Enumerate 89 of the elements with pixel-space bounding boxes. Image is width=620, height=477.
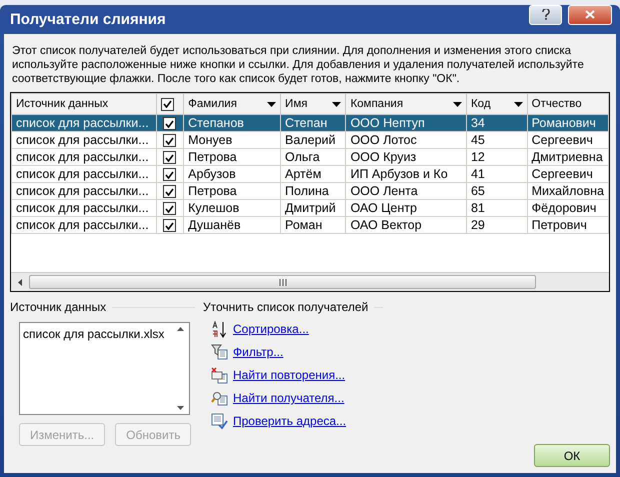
table-cell: Сергеевич — [527, 166, 608, 182]
scroll-up-icon — [177, 327, 184, 331]
table-row[interactable]: список для рассылки... Петрова Ольга ООО Круиз 12 Дмитриевна — [12, 148, 608, 166]
scroll-left-icon — [18, 278, 22, 286]
table-cell: ОАО Вектор — [346, 216, 466, 234]
checkbox[interactable] — [163, 185, 176, 198]
table-cell: 34 — [466, 114, 528, 132]
group-label: Уточнить список получателей — [203, 300, 368, 314]
link[interactable]: Найти получателя... — [233, 391, 344, 405]
table-cell: 81 — [466, 200, 528, 216]
list-item[interactable]: список для рассылки.xlsx — [23, 327, 169, 341]
table-cell: список для рассылки... — [12, 114, 156, 132]
table-cell: Фёдорович — [527, 200, 608, 216]
column-header[interactable]: Источник данных — [12, 94, 156, 114]
grip-icon — [278, 278, 286, 286]
table-cell: Кулешов — [184, 200, 281, 216]
table-cell: 29 — [466, 216, 528, 234]
link[interactable]: Найти повторения... — [233, 368, 346, 382]
checkbox[interactable] — [163, 202, 176, 216]
table-cell: список для рассылки... — [12, 148, 156, 166]
table-cell: ИП Арбузов и Ко — [346, 166, 466, 182]
table-cell: 12 — [466, 148, 528, 166]
table-cell: ООО Лента — [346, 182, 466, 200]
table-row[interactable]: список для рассылки... Душанёв Роман ОАО Вектор 29 Петрович — [12, 216, 608, 234]
table-cell: список для рассылки... — [12, 182, 156, 200]
table-row[interactable]: список для рассылки... Кулешов Дмитрий ОАО Центр 81 Фёдорович — [12, 200, 608, 216]
table-cell: Монуев — [184, 132, 281, 148]
column-header[interactable]: Отчество — [527, 94, 608, 114]
table-cell: Ольга — [280, 148, 346, 166]
table-cell: Петрович — [527, 216, 608, 234]
table-row[interactable]: список для рассылки... Петрова Полина ООО Лента 65 Михайловна — [12, 182, 608, 200]
table-cell: ООО Круиз — [346, 148, 466, 166]
horizontal-scrollbar[interactable] — [11, 272, 609, 291]
table-cell: 45 — [466, 132, 528, 148]
table-cell: Роман — [280, 216, 346, 234]
link[interactable]: Проверить адреса... — [233, 414, 346, 428]
group-label: Источник данных — [10, 300, 106, 314]
table-cell: Романович — [527, 114, 608, 132]
column-header[interactable]: Код — [466, 94, 528, 114]
filter-icon — [211, 344, 228, 360]
table-row[interactable]: список для рассылки... Арбузов Артём ИП Арбузов и Ко 41 Сергеевич — [12, 166, 608, 182]
table-cell: Петрова — [184, 182, 281, 200]
table-cell: Валерий — [280, 132, 346, 148]
table-cell: Дмитриевна — [527, 148, 608, 166]
description-text: Этот список получателей будет использоваться при слиянии. Для дополнения и изменения этого списка используйте расположенные ниже кнопки и ссылки. Для добавления и удаления получателей используйте соответствующие флажки. После того как список будет готов, нажмите кнопку "ОК". — [12, 44, 585, 86]
link[interactable]: Фильтр... — [233, 345, 284, 359]
table-cell: ООО Лотос — [346, 132, 466, 148]
table-cell: Степанов — [184, 114, 281, 132]
table-cell: 65 — [466, 182, 528, 200]
close-icon — [585, 10, 595, 19]
checkbox[interactable] — [163, 219, 176, 232]
scroll-down-icon — [177, 406, 184, 410]
help-button[interactable] — [529, 4, 562, 24]
sort-icon — [211, 320, 228, 338]
table-cell: список для рассылки... — [12, 216, 156, 234]
find-icon — [211, 390, 228, 406]
link[interactable]: Сортировка... — [233, 322, 309, 336]
table-cell: список для рассылки... — [12, 132, 156, 148]
checkbox[interactable] — [163, 168, 176, 182]
table-row[interactable]: список для рассылки... Степанов Степан ООО Нептуп 34 Романович — [12, 114, 608, 132]
ok-button[interactable]: ОК — [534, 444, 610, 467]
table-row[interactable]: список для рассылки... Монуев Валерий ООО Лотос 45 Сергеевич — [12, 132, 608, 148]
table-cell: ОАО Центр — [346, 200, 466, 216]
checkbox[interactable] — [163, 134, 176, 148]
validate-icon — [211, 412, 228, 430]
table-cell: 41 — [466, 166, 528, 182]
column-header[interactable]: Фамилия — [184, 94, 281, 114]
table-cell: Сергеевич — [527, 132, 608, 148]
table-cell: Арбузов — [184, 166, 281, 182]
table-cell: список для рассылки... — [12, 200, 156, 216]
table-cell: Душанёв — [184, 216, 281, 234]
duplicates-icon — [211, 366, 228, 384]
table-cell: Петрова — [184, 148, 281, 166]
checkbox[interactable] — [163, 151, 176, 164]
checkbox[interactable] — [160, 98, 174, 110]
table-cell: Дмитрий — [280, 200, 346, 216]
table-cell: Полина — [280, 182, 346, 200]
table-cell: Михайловна — [527, 182, 608, 200]
table-cell: ООО Нептуп — [346, 114, 466, 132]
table-cell: Артём — [280, 166, 346, 182]
column-header[interactable]: Компания — [346, 94, 466, 114]
close-button[interactable] — [568, 4, 612, 24]
column-header[interactable]: Имя — [280, 94, 346, 114]
help-icon — [542, 9, 550, 20]
data-source-list[interactable]: список для рассылки.xlsx — [19, 322, 190, 415]
table-cell: Степан — [280, 114, 346, 132]
checkbox[interactable] — [163, 117, 176, 130]
window-title: Получатели слияния — [10, 11, 167, 28]
table-cell: список для рассылки... — [12, 166, 156, 182]
